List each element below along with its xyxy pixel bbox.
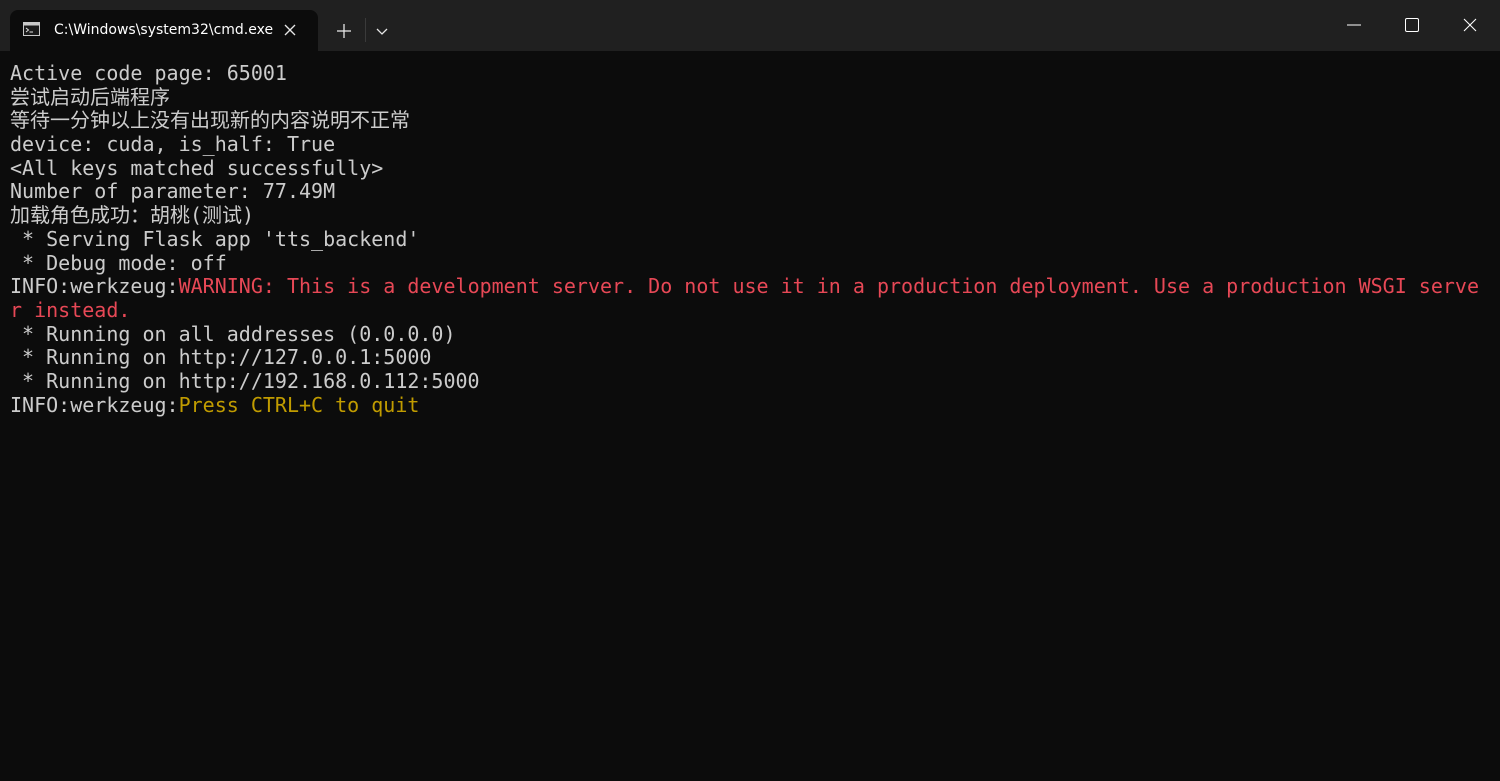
console-line: * Running on http://192.168.0.112:5000 [10,369,480,393]
new-tab-plus-icon[interactable] [330,17,358,45]
console-line: * Serving Flask app 'tts_backend' [10,227,420,251]
tab-title: C:\Windows\system32\cmd.exe [54,22,274,38]
console-line: 等待一分钟以上没有出现新的内容说明不正常 [10,109,410,133]
close-window-icon[interactable] [1441,0,1499,50]
tab-divider [365,18,366,42]
console-line: * Debug mode: off [10,251,227,275]
console-warning-line: INFO:werkzeug:WARNING: This is a develop… [10,274,1480,322]
console-line: 加载角色成功：胡桃(测试) [10,204,255,228]
console-output[interactable]: Active code page: 65001 尝试启动后端程序 等待一分钟以上… [0,51,1500,781]
title-bar: C:\Windows\system32\cmd.exe [0,0,1500,51]
chevron-down-icon[interactable] [370,19,394,43]
console-line: * Running on all addresses (0.0.0.0) [10,322,456,346]
tab-close-icon[interactable] [280,20,300,40]
quit-message: Press CTRL+C to quit [178,393,420,417]
console-line: 尝试启动后端程序 [10,85,170,109]
console-line: * Running on http://127.0.0.1:5000 [10,346,432,370]
console-lines: Active code page: 65001 尝试启动后端程序 等待一分钟以上… [10,62,1480,417]
console-line: Active code page: 65001 [10,62,287,85]
tab-cmd[interactable]: C:\Windows\system32\cmd.exe [10,10,318,51]
cmd-icon [23,22,40,36]
console-line: <All keys matched successfully> [10,156,384,180]
warning-message: WARNING: This is a development server. D… [10,274,1480,322]
log-prefix: INFO:werkzeug: [10,393,179,417]
maximize-icon[interactable] [1383,0,1441,50]
minimize-icon[interactable] [1325,0,1383,50]
console-quit-line: INFO:werkzeug:Press CTRL+C to quit [10,394,1480,418]
log-prefix: INFO:werkzeug: [10,274,179,299]
terminal-window: C:\Windows\system32\cmd.exe Active code … [0,0,1500,781]
console-line: Number of parameter: 77.49M [10,180,336,204]
console-line: device: cuda, is_half: True [10,133,336,157]
